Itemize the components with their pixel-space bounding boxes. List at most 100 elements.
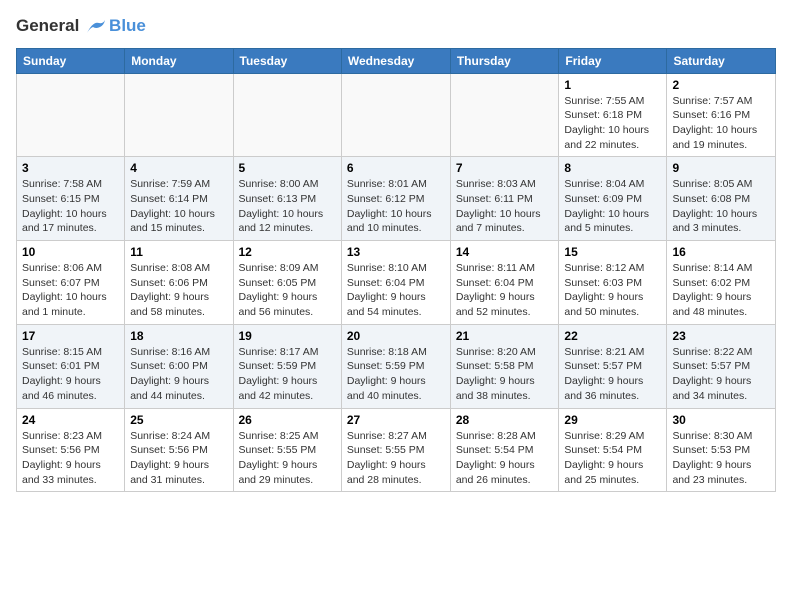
day-info: Sunrise: 8:09 AMSunset: 6:05 PMDaylight:… (239, 261, 336, 320)
weekday-header-saturday: Saturday (667, 48, 776, 73)
day-info: Sunrise: 8:16 AMSunset: 6:00 PMDaylight:… (130, 345, 227, 404)
day-cell-14: 14 Sunrise: 8:11 AMSunset: 6:04 PMDayligh… (450, 241, 559, 325)
day-number: 5 (239, 161, 336, 175)
day-number: 6 (347, 161, 445, 175)
day-cell-2: 2 Sunrise: 7:57 AMSunset: 6:16 PMDaylight… (667, 73, 776, 157)
empty-cell (341, 73, 450, 157)
day-info: Sunrise: 8:29 AMSunset: 5:54 PMDaylight:… (564, 429, 661, 488)
day-number: 21 (456, 329, 554, 343)
day-info: Sunrise: 7:59 AMSunset: 6:14 PMDaylight:… (130, 177, 227, 236)
day-number: 26 (239, 413, 336, 427)
day-number: 24 (22, 413, 119, 427)
day-cell-4: 4 Sunrise: 7:59 AMSunset: 6:14 PMDaylight… (125, 157, 233, 241)
day-cell-9: 9 Sunrise: 8:05 AMSunset: 6:08 PMDaylight… (667, 157, 776, 241)
weekday-header-thursday: Thursday (450, 48, 559, 73)
day-info: Sunrise: 7:58 AMSunset: 6:15 PMDaylight:… (22, 177, 119, 236)
day-cell-27: 27Sunrise: 8:27 AMSunset: 5:55 PMDayligh… (341, 408, 450, 492)
day-number: 13 (347, 245, 445, 259)
day-cell-25: 25Sunrise: 8:24 AMSunset: 5:56 PMDayligh… (125, 408, 233, 492)
day-number: 1 (564, 78, 661, 92)
day-number: 12 (239, 245, 336, 259)
day-cell-5: 5Sunrise: 8:00 AMSunset: 6:13 PMDaylight… (233, 157, 341, 241)
day-number: 22 (564, 329, 661, 343)
empty-cell (233, 73, 341, 157)
logo: General Blue (16, 16, 146, 36)
logo-text: General Blue (16, 16, 146, 36)
day-cell-17: 17Sunrise: 8:15 AMSunset: 6:01 PMDayligh… (17, 324, 125, 408)
day-cell-13: 13 Sunrise: 8:10 AMSunset: 6:04 PMDayligh… (341, 241, 450, 325)
week-row-4: 17Sunrise: 8:15 AMSunset: 6:01 PMDayligh… (17, 324, 776, 408)
day-number: 9 (672, 161, 770, 175)
empty-cell (125, 73, 233, 157)
day-number: 2 (672, 78, 770, 92)
day-info: Sunrise: 8:30 AMSunset: 5:53 PMDaylight:… (672, 429, 770, 488)
day-cell-7: 7 Sunrise: 8:03 AMSunset: 6:11 PMDaylight… (450, 157, 559, 241)
day-cell-15: 15Sunrise: 8:12 AMSunset: 6:03 PMDayligh… (559, 241, 667, 325)
weekday-header-friday: Friday (559, 48, 667, 73)
day-info: Sunrise: 8:15 AMSunset: 6:01 PMDaylight:… (22, 345, 119, 404)
day-info: Sunrise: 8:25 AMSunset: 5:55 PMDaylight:… (239, 429, 336, 488)
day-number: 7 (456, 161, 554, 175)
day-cell-16: 16 Sunrise: 8:14 AMSunset: 6:02 PMDayligh… (667, 241, 776, 325)
day-info: Sunrise: 8:23 AMSunset: 5:56 PMDaylight:… (22, 429, 119, 488)
day-info: Sunrise: 7:55 AMSunset: 6:18 PMDaylight:… (564, 94, 661, 153)
day-info: Sunrise: 8:12 AMSunset: 6:03 PMDaylight:… (564, 261, 661, 320)
week-row-3: 10 Sunrise: 8:06 AMSunset: 6:07 PMDayligh… (17, 241, 776, 325)
day-info: Sunrise: 7:57 AMSunset: 6:16 PMDaylight:… (672, 94, 770, 153)
day-cell-21: 21 Sunrise: 8:20 AMSunset: 5:58 PMDayligh… (450, 324, 559, 408)
day-info: Sunrise: 8:01 AMSunset: 6:12 PMDaylight:… (347, 177, 445, 236)
day-number: 25 (130, 413, 227, 427)
day-info: Sunrise: 8:10 AMSunset: 6:04 PMDaylight:… (347, 261, 445, 320)
day-cell-18: 18 Sunrise: 8:16 AMSunset: 6:00 PMDayligh… (125, 324, 233, 408)
day-cell-8: 8 Sunrise: 8:04 AMSunset: 6:09 PMDaylight… (559, 157, 667, 241)
day-cell-28: 28 Sunrise: 8:28 AMSunset: 5:54 PMDayligh… (450, 408, 559, 492)
week-row-2: 3 Sunrise: 7:58 AMSunset: 6:15 PMDaylight… (17, 157, 776, 241)
day-number: 19 (239, 329, 336, 343)
day-number: 20 (347, 329, 445, 343)
day-number: 30 (672, 413, 770, 427)
day-number: 10 (22, 245, 119, 259)
day-info: Sunrise: 8:04 AMSunset: 6:09 PMDaylight:… (564, 177, 661, 236)
day-info: Sunrise: 8:08 AMSunset: 6:06 PMDaylight:… (130, 261, 227, 320)
day-cell-20: 20 Sunrise: 8:18 AMSunset: 5:59 PMDayligh… (341, 324, 450, 408)
day-info: Sunrise: 8:11 AMSunset: 6:04 PMDaylight:… (456, 261, 554, 320)
day-cell-12: 12 Sunrise: 8:09 AMSunset: 6:05 PMDayligh… (233, 241, 341, 325)
day-cell-22: 22 Sunrise: 8:21 AMSunset: 5:57 PMDayligh… (559, 324, 667, 408)
week-row-1: 1 Sunrise: 7:55 AMSunset: 6:18 PMDaylight… (17, 73, 776, 157)
day-number: 18 (130, 329, 227, 343)
day-number: 14 (456, 245, 554, 259)
day-info: Sunrise: 8:06 AMSunset: 6:07 PMDaylight:… (22, 261, 119, 320)
logo-bird-icon (85, 19, 107, 35)
day-info: Sunrise: 8:21 AMSunset: 5:57 PMDaylight:… (564, 345, 661, 404)
logo-blue: Blue (109, 16, 146, 36)
day-info: Sunrise: 8:14 AMSunset: 6:02 PMDaylight:… (672, 261, 770, 320)
empty-cell (17, 73, 125, 157)
day-info: Sunrise: 8:03 AMSunset: 6:11 PMDaylight:… (456, 177, 554, 236)
day-cell-29: 29 Sunrise: 8:29 AMSunset: 5:54 PMDayligh… (559, 408, 667, 492)
day-info: Sunrise: 8:27 AMSunset: 5:55 PMDaylight:… (347, 429, 445, 488)
day-info: Sunrise: 8:22 AMSunset: 5:57 PMDaylight:… (672, 345, 770, 404)
day-number: 4 (130, 161, 227, 175)
day-number: 11 (130, 245, 227, 259)
weekday-header-wednesday: Wednesday (341, 48, 450, 73)
top-area: General Blue (16, 16, 776, 40)
day-cell-10: 10 Sunrise: 8:06 AMSunset: 6:07 PMDayligh… (17, 241, 125, 325)
day-info: Sunrise: 8:05 AMSunset: 6:08 PMDaylight:… (672, 177, 770, 236)
weekday-header-sunday: Sunday (17, 48, 125, 73)
logo-general: General (16, 16, 79, 35)
day-number: 16 (672, 245, 770, 259)
day-info: Sunrise: 8:20 AMSunset: 5:58 PMDaylight:… (456, 345, 554, 404)
empty-cell (450, 73, 559, 157)
day-info: Sunrise: 8:28 AMSunset: 5:54 PMDaylight:… (456, 429, 554, 488)
day-cell-24: 24 Sunrise: 8:23 AMSunset: 5:56 PMDayligh… (17, 408, 125, 492)
day-number: 8 (564, 161, 661, 175)
day-cell-26: 26 Sunrise: 8:25 AMSunset: 5:55 PMDayligh… (233, 408, 341, 492)
day-info: Sunrise: 8:18 AMSunset: 5:59 PMDaylight:… (347, 345, 445, 404)
day-number: 29 (564, 413, 661, 427)
day-cell-6: 6 Sunrise: 8:01 AMSunset: 6:12 PMDaylight… (341, 157, 450, 241)
day-cell-3: 3 Sunrise: 7:58 AMSunset: 6:15 PMDaylight… (17, 157, 125, 241)
day-number: 28 (456, 413, 554, 427)
weekday-header-row: SundayMondayTuesdayWednesdayThursdayFrid… (17, 48, 776, 73)
day-cell-23: 23Sunrise: 8:22 AMSunset: 5:57 PMDayligh… (667, 324, 776, 408)
day-number: 3 (22, 161, 119, 175)
